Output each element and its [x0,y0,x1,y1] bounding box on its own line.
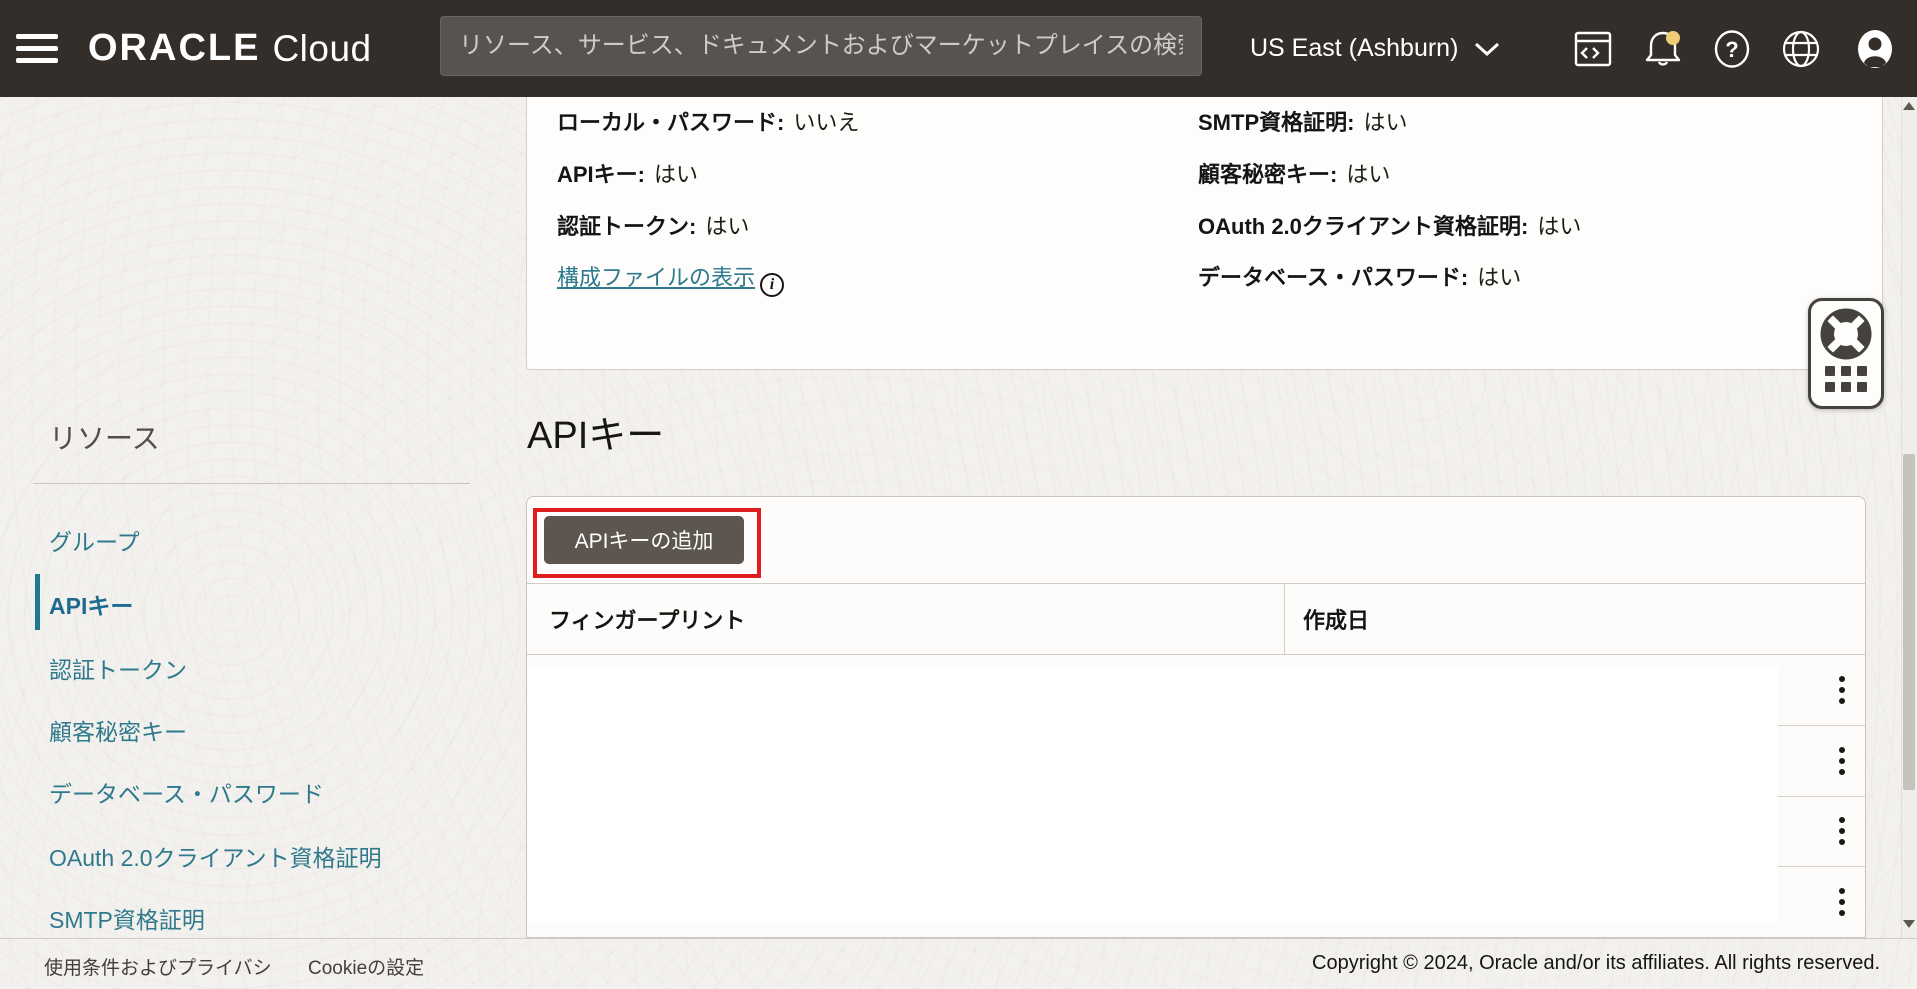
footer-link-cookie-settings[interactable]: Cookieの設定 [308,953,424,980]
column-header-created: 作成日 [1303,603,1369,635]
logo-oracle-text: ORACLE [88,27,260,70]
detail-customer-secret-keys: 顧客秘密キー: はい [1198,157,1390,189]
cloud-shell-icon[interactable] [1570,26,1616,72]
profile-avatar-icon[interactable] [1852,26,1898,72]
detail-value: はい [654,162,698,187]
empty-table-body [528,666,1778,922]
table-header-divider [527,654,1865,655]
scrollbar-up-arrow-icon[interactable] [1903,102,1915,110]
detail-label: SMTP資格証明: [1198,110,1354,135]
hamburger-menu-icon[interactable] [16,34,60,63]
sidebar-item-api-keys[interactable]: APIキー [49,587,133,621]
svg-text:?: ? [1725,37,1738,62]
search-input[interactable] [440,16,1202,76]
oracle-cloud-logo[interactable]: ORACLE Cloud [88,0,372,97]
detail-database-password: データベース・パスワード: はい [1198,260,1521,292]
kebab-menu-icon[interactable] [1833,670,1851,710]
detail-value: はい [705,214,749,239]
notification-badge [1666,31,1680,45]
row-actions-column [1778,655,1865,937]
view-configuration-file-link[interactable]: 構成ファイルの表示 [557,265,755,290]
detail-oauth-credentials: OAuth 2.0クライアント資格証明: はい [1198,209,1581,241]
footer-copyright: Copyright © 2024, Oracle and/or its affi… [1312,952,1880,975]
toolbar-divider [527,583,1865,584]
detail-label: データベース・パスワード: [1198,265,1468,290]
detail-value: はい [1537,214,1581,239]
page-title-api-keys: APIキー [527,404,664,459]
table-row [1778,797,1865,868]
kebab-menu-icon[interactable] [1833,741,1851,781]
footer-link-terms-privacy[interactable]: 使用条件およびプライバシ [44,953,272,980]
apps-grid-icon[interactable] [1825,366,1867,392]
help-lifering-icon[interactable] [1818,305,1874,363]
region-label: US East (Ashburn) [1250,34,1458,63]
table-row [1778,867,1865,937]
logo-cloud-text: Cloud [272,28,371,70]
region-selector[interactable]: US East (Ashburn) [1250,0,1500,97]
detail-auth-tokens: 認証トークン: はい [557,209,749,241]
active-item-indicator-bar [35,574,40,630]
detail-config-file-row: 構成ファイルの表示i [557,260,784,297]
kebab-menu-icon[interactable] [1833,882,1851,922]
detail-api-keys: APIキー: はい [557,157,698,189]
info-icon[interactable]: i [760,273,784,297]
detail-value: はい [1477,265,1521,290]
detail-value: いいえ [793,110,859,135]
sidebar-title-resources: リソース [49,417,160,457]
kebab-menu-icon[interactable] [1833,811,1851,851]
notifications-bell-icon[interactable] [1640,26,1686,72]
column-header-fingerprint: フィンガープリント [549,603,745,635]
sidebar-item-oauth-client-credentials[interactable]: OAuth 2.0クライアント資格証明 [49,839,382,873]
sidebar-item-database-passwords[interactable]: データベース・パスワード [49,775,324,809]
detail-label: 認証トークン: [557,214,696,239]
chevron-down-icon [1474,41,1500,57]
column-divider [1284,584,1285,654]
help-icon[interactable]: ? [1709,26,1755,72]
sidebar-item-auth-tokens[interactable]: 認証トークン [49,651,187,685]
api-keys-panel: APIキーの追加 フィンガープリント 作成日 [526,496,1866,938]
sidebar-item-smtp-credentials[interactable]: SMTP資格証明 [49,901,205,935]
sidebar-item-groups[interactable]: グループ [49,523,140,557]
sidebar-item-customer-secret-keys[interactable]: 顧客秘密キー [49,713,187,747]
table-row [1778,655,1865,726]
detail-label: APIキー: [557,162,645,187]
detail-value: はい [1346,162,1390,187]
floating-help-widget [1808,298,1884,409]
table-row [1778,726,1865,797]
add-api-key-button[interactable]: APIキーの追加 [544,516,744,564]
detail-local-password: ローカル・パスワード: いいえ [557,105,859,137]
top-header-bar: ORACLE Cloud US East (Ashburn) [0,0,1917,97]
detail-smtp-credentials: SMTP資格証明: はい [1198,105,1407,137]
oracle-cloud-console: ORACLE Cloud US East (Ashburn) [0,0,1917,989]
detail-label: 顧客秘密キー: [1198,162,1337,187]
detail-label: ローカル・パスワード: [557,110,784,135]
detail-value: はい [1363,110,1407,135]
footer-bar: 使用条件およびプライバシ Cookieの設定 Copyright © 2024,… [0,938,1917,989]
user-capabilities-card: ローカル・パスワード: いいえ APIキー: はい 認証トークン: はい 構成ファイル… [526,97,1883,370]
detail-label: OAuth 2.0クライアント資格証明: [1198,214,1528,239]
vertical-scrollbar-thumb[interactable] [1903,454,1915,790]
scrollbar-down-arrow-icon[interactable] [1903,920,1915,928]
language-globe-icon[interactable] [1778,26,1824,72]
sidebar-divider [33,483,470,484]
